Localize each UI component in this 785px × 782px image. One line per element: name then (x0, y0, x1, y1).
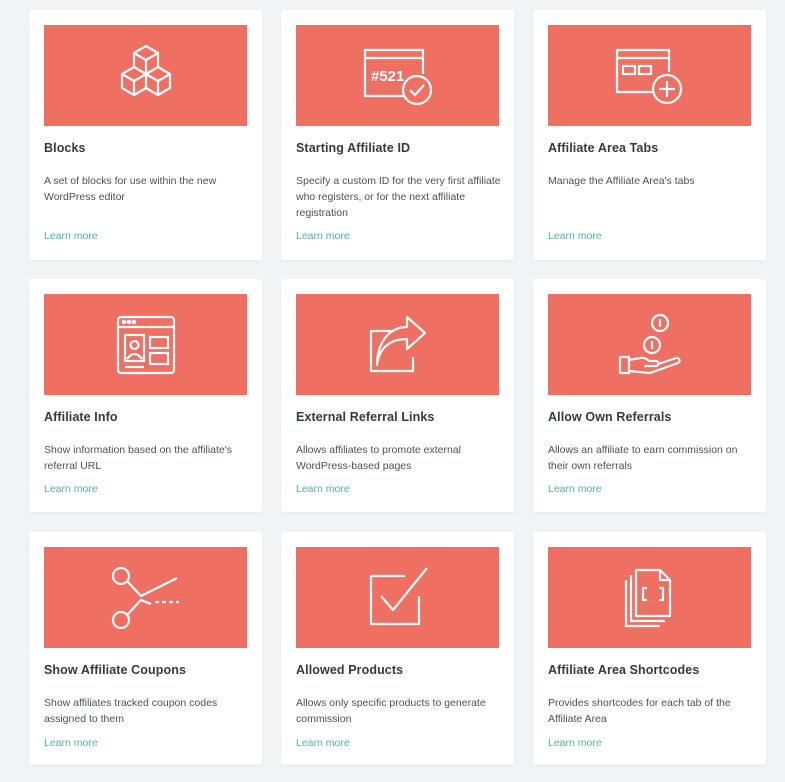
addon-description: Allows an affiliate to earn commission o… (548, 444, 738, 472)
addon-description: A set of blocks for use within the new W… (44, 175, 217, 203)
learn-more-link[interactable]: Learn more (296, 737, 350, 749)
addon-title: Show Affiliate Coupons (44, 663, 187, 677)
addon-title: Allowed Products (296, 663, 404, 677)
addon-banner (44, 25, 247, 126)
icon-id-text: #521 (371, 68, 404, 85)
share-arrow-icon (365, 313, 431, 377)
addon-description: Specify a custom ID for the very first a… (296, 175, 501, 219)
addon-card-starting-affiliate-id: #521 Starting Affiliate ID Specify a cus… (281, 10, 514, 260)
addon-banner (548, 294, 751, 395)
learn-more-link[interactable]: Learn more (548, 230, 602, 242)
addon-card-external-referral-links: External Referral Links Allows affiliate… (281, 279, 514, 512)
addon-banner (296, 294, 499, 395)
browser-tabs-add-icon (613, 44, 687, 108)
addon-title: Affiliate Area Shortcodes (548, 663, 700, 677)
addon-card-blocks: Blocks A set of blocks for use within th… (29, 10, 262, 260)
addon-banner (296, 547, 499, 648)
addon-banner (548, 25, 751, 126)
addon-card-allowed-products: Allowed Products Allows only specific pr… (281, 532, 514, 765)
browser-profile-icon (114, 313, 178, 377)
addon-banner (44, 294, 247, 395)
custom-id-check-icon: #521 (361, 44, 435, 108)
addon-description: Show information based on the affiliate'… (44, 444, 233, 472)
addon-card-affiliate-info: Affiliate Info Show information based on… (29, 279, 262, 512)
addon-title: Affiliate Area Tabs (548, 141, 659, 155)
addon-title: Blocks (44, 141, 86, 155)
addon-description: Allows only specific products to generat… (296, 697, 486, 725)
addon-description: Allows affiliates to promote external Wo… (296, 444, 461, 472)
addon-description: Manage the Affiliate Area's tabs (548, 175, 695, 187)
addon-title: Starting Affiliate ID (296, 141, 411, 155)
learn-more-link[interactable]: Learn more (44, 483, 98, 495)
addon-card-allow-own-referrals: Allow Own Referrals Allows an affiliate … (533, 279, 766, 512)
shortcode-documents-icon (620, 566, 680, 630)
cubes-icon (111, 44, 181, 108)
addon-title: Affiliate Info (44, 410, 118, 424)
hand-coins-icon (616, 313, 684, 377)
learn-more-link[interactable]: Learn more (548, 483, 602, 495)
addon-card-affiliate-area-tabs: Affiliate Area Tabs Manage the Affiliate… (533, 10, 766, 260)
learn-more-link[interactable]: Learn more (44, 230, 98, 242)
addon-card-show-affiliate-coupons: Show Affiliate Coupons Show affiliates t… (29, 532, 262, 765)
addon-title: Allow Own Referrals (548, 410, 672, 424)
addon-description: Provides shortcodes for each tab of the … (548, 697, 731, 725)
addon-banner: #521 (296, 25, 499, 126)
learn-more-link[interactable]: Learn more (296, 230, 350, 242)
scissors-coupon-icon (109, 566, 183, 630)
addon-description: Show affiliates tracked coupon codes ass… (44, 697, 218, 725)
addon-banner (548, 547, 751, 648)
learn-more-link[interactable]: Learn more (548, 737, 602, 749)
checkbox-check-icon (365, 566, 431, 630)
learn-more-link[interactable]: Learn more (44, 737, 98, 749)
learn-more-link[interactable]: Learn more (296, 483, 350, 495)
addon-banner (44, 547, 247, 648)
addon-card-affiliate-area-shortcodes: Affiliate Area Shortcodes Provides short… (533, 532, 766, 765)
addon-title: External Referral Links (296, 410, 435, 424)
